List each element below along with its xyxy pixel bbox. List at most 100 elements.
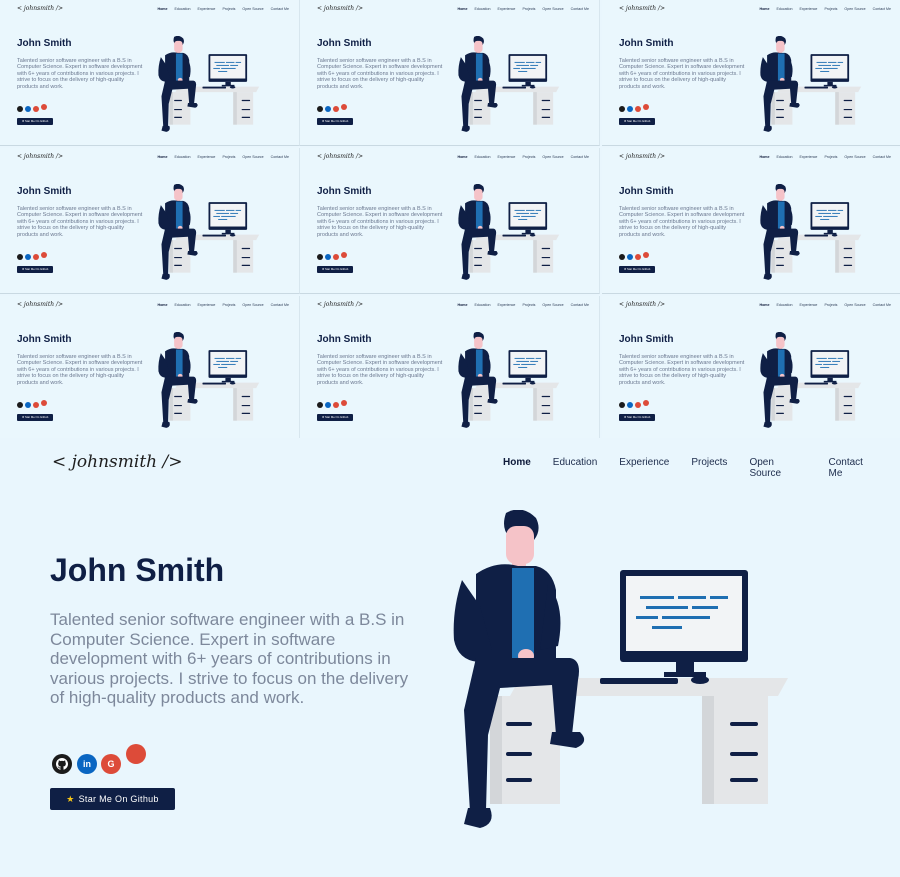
linkedin-icon[interactable] (25, 402, 31, 408)
github-icon[interactable] (317, 106, 323, 112)
thumb-nav-item[interactable]: Open Source (242, 155, 263, 159)
google-icon[interactable] (333, 254, 339, 260)
thumb-nav-item[interactable]: Contact Me (571, 155, 589, 159)
thumb-github-button[interactable]: ★ Star Me On Github (317, 118, 353, 125)
google-icon[interactable] (33, 402, 39, 408)
extra-social-icon[interactable] (341, 400, 347, 406)
extra-social-icon[interactable] (41, 400, 47, 406)
thumb-nav-item[interactable]: Contact Me (271, 155, 289, 159)
linkedin-icon[interactable] (325, 254, 331, 260)
thumb-nav-item[interactable]: Education (474, 303, 490, 307)
thumb-nav-item[interactable]: Contact Me (271, 303, 289, 307)
extra-social-icon[interactable] (41, 252, 47, 258)
thumb-nav-item[interactable]: Home (457, 303, 467, 307)
thumb-nav-item[interactable]: Projects (824, 7, 837, 11)
google-icon[interactable] (333, 106, 339, 112)
thumb-nav-item[interactable]: Home (157, 155, 167, 159)
thumb-nav-item[interactable]: Experience (197, 303, 215, 307)
extra-social-icon[interactable] (41, 104, 47, 110)
thumb-nav-item[interactable]: Open Source (542, 7, 563, 11)
nav-contact-me[interactable]: Contact Me (829, 457, 879, 479)
extra-social-icon[interactable] (341, 104, 347, 110)
thumb-nav-item[interactable]: Home (759, 155, 769, 159)
thumb-github-button[interactable]: ★ Star Me On Github (317, 266, 353, 273)
extra-social-icon[interactable] (643, 104, 649, 110)
github-icon[interactable] (52, 754, 72, 774)
thumb-github-button[interactable]: ★ Star Me On Github (619, 414, 655, 421)
google-icon[interactable]: G (101, 754, 121, 774)
google-icon[interactable] (333, 402, 339, 408)
github-icon[interactable] (17, 106, 23, 112)
thumb-nav-item[interactable]: Projects (522, 155, 535, 159)
google-icon[interactable] (33, 254, 39, 260)
thumb-github-button[interactable]: ★ Star Me On Github (17, 414, 53, 421)
nav-experience[interactable]: Experience (619, 457, 669, 479)
thumb-nav-item[interactable]: Projects (222, 303, 235, 307)
thumb-nav-item[interactable]: Home (759, 303, 769, 307)
thumb-nav-item[interactable]: Education (776, 7, 792, 11)
thumb-nav-item[interactable]: Education (474, 155, 490, 159)
google-icon[interactable] (635, 402, 641, 408)
linkedin-icon[interactable] (325, 106, 331, 112)
linkedin-icon[interactable] (627, 402, 633, 408)
thumb-nav-item[interactable]: Contact Me (571, 7, 589, 11)
thumb-nav-item[interactable]: Open Source (542, 155, 563, 159)
thumb-nav-item[interactable]: Home (157, 303, 167, 307)
github-icon[interactable] (317, 254, 323, 260)
thumb-nav-item[interactable]: Open Source (542, 303, 563, 307)
google-icon[interactable] (33, 106, 39, 112)
thumb-nav-item[interactable]: Home (457, 155, 467, 159)
thumb-github-button[interactable]: ★ Star Me On Github (619, 266, 655, 273)
thumb-nav-item[interactable]: Home (157, 7, 167, 11)
thumb-nav-item[interactable]: Experience (197, 155, 215, 159)
thumb-nav-item[interactable]: Contact Me (873, 7, 891, 11)
linkedin-icon[interactable]: in (77, 754, 97, 774)
thumb-nav-item[interactable]: Projects (222, 7, 235, 11)
github-icon[interactable] (619, 106, 625, 112)
linkedin-icon[interactable] (627, 106, 633, 112)
extra-social-icon[interactable] (643, 252, 649, 258)
thumb-nav-item[interactable]: Experience (497, 155, 515, 159)
extra-social-icon[interactable] (341, 252, 347, 258)
thumb-github-button[interactable]: ★ Star Me On Github (619, 118, 655, 125)
google-icon[interactable] (635, 254, 641, 260)
thumb-github-button[interactable]: ★ Star Me On Github (317, 414, 353, 421)
star-on-github-button[interactable]: ★ Star Me On Github (50, 788, 175, 810)
nav-home[interactable]: Home (503, 457, 531, 479)
thumb-nav-item[interactable]: Open Source (844, 303, 865, 307)
thumb-nav-item[interactable]: Contact Me (271, 7, 289, 11)
thumb-nav-item[interactable]: Projects (522, 7, 535, 11)
thumb-nav-item[interactable]: Open Source (242, 7, 263, 11)
linkedin-icon[interactable] (325, 402, 331, 408)
github-icon[interactable] (317, 402, 323, 408)
google-icon[interactable] (635, 106, 641, 112)
thumb-nav-item[interactable]: Experience (197, 7, 215, 11)
thumb-nav-item[interactable]: Education (776, 155, 792, 159)
thumb-nav-item[interactable]: Open Source (242, 303, 263, 307)
thumb-nav-item[interactable]: Projects (522, 303, 535, 307)
github-icon[interactable] (619, 402, 625, 408)
thumb-nav-item[interactable]: Education (174, 303, 190, 307)
thumb-nav-item[interactable]: Education (474, 7, 490, 11)
thumb-github-button[interactable]: ★ Star Me On Github (17, 118, 53, 125)
thumb-nav-item[interactable]: Education (776, 303, 792, 307)
thumb-nav-item[interactable]: Open Source (844, 7, 865, 11)
thumb-nav-item[interactable]: Experience (799, 303, 817, 307)
thumb-nav-item[interactable]: Education (174, 7, 190, 11)
github-icon[interactable] (619, 254, 625, 260)
thumb-nav-item[interactable]: Home (759, 7, 769, 11)
thumb-nav-item[interactable]: Education (174, 155, 190, 159)
github-icon[interactable] (17, 254, 23, 260)
extra-social-icon[interactable] (126, 744, 146, 764)
thumb-nav-item[interactable]: Contact Me (873, 303, 891, 307)
thumb-nav-item[interactable]: Projects (222, 155, 235, 159)
thumb-nav-item[interactable]: Open Source (844, 155, 865, 159)
thumb-nav-item[interactable]: Experience (799, 7, 817, 11)
thumb-nav-item[interactable]: Projects (824, 155, 837, 159)
thumb-nav-item[interactable]: Experience (497, 303, 515, 307)
thumb-nav-item[interactable]: Experience (799, 155, 817, 159)
linkedin-icon[interactable] (627, 254, 633, 260)
linkedin-icon[interactable] (25, 106, 31, 112)
thumb-nav-item[interactable]: Home (457, 7, 467, 11)
linkedin-icon[interactable] (25, 254, 31, 260)
